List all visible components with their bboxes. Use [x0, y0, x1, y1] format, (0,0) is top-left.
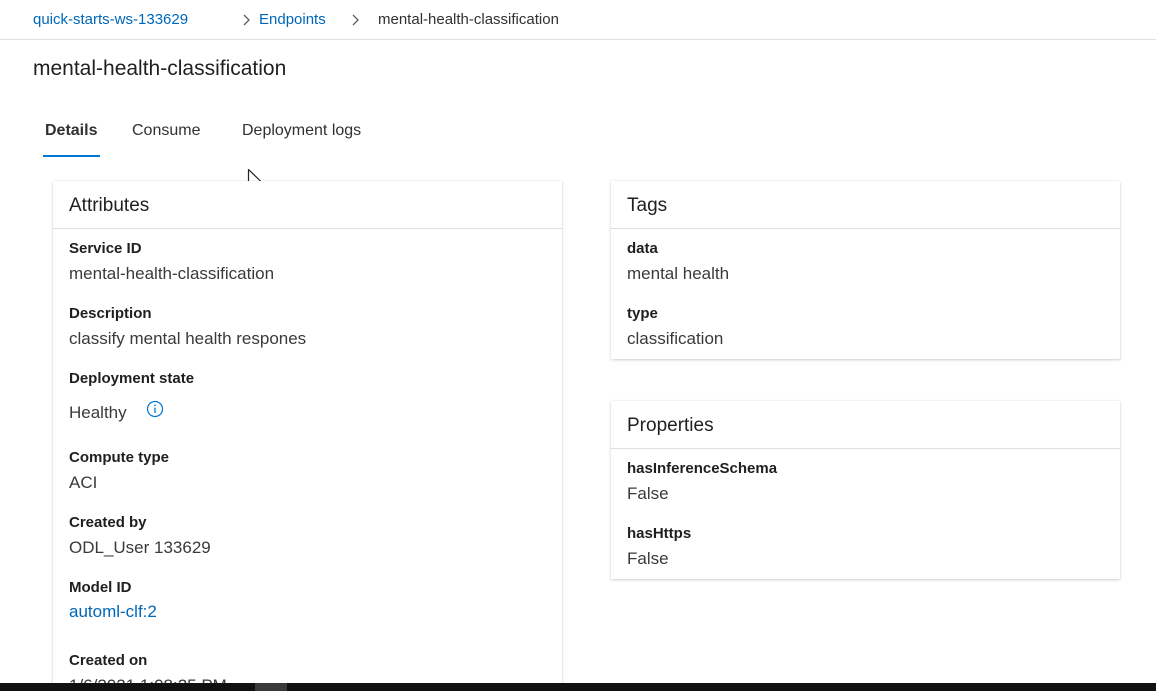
- deployment-state-value: Healthy: [69, 403, 127, 422]
- tags-card: Tags data mental health type classificat…: [611, 181, 1120, 359]
- tag-key: data: [627, 240, 658, 257]
- properties-card: Properties hasInferenceSchema False hasH…: [611, 401, 1120, 579]
- chevron-right-icon: [241, 13, 253, 27]
- properties-card-header: Properties: [611, 401, 1120, 449]
- breadcrumb: quick-starts-ws-133629 Endpoints mental-…: [0, 0, 1156, 40]
- info-icon[interactable]: [146, 400, 164, 418]
- tab-details[interactable]: Details: [45, 122, 97, 140]
- service-id-value: mental-health-classification: [69, 264, 275, 283]
- tab-consume[interactable]: Consume: [132, 122, 200, 140]
- model-id-link[interactable]: automl-clf:2: [69, 602, 157, 622]
- created-by-label: Created by: [69, 514, 147, 531]
- attributes-title: Attributes: [69, 195, 150, 216]
- tab-deployment-logs[interactable]: Deployment logs: [242, 122, 361, 140]
- description-label: Description: [69, 305, 152, 322]
- taskbar-item: [255, 683, 287, 691]
- breadcrumb-endpoints-link[interactable]: Endpoints: [259, 11, 326, 28]
- active-tab-indicator: [43, 155, 100, 157]
- property-value: False: [627, 484, 669, 503]
- tag-value: mental health: [627, 264, 730, 283]
- breadcrumb-workspace-link[interactable]: quick-starts-ws-133629: [33, 11, 188, 28]
- tags-card-header: Tags: [611, 181, 1120, 229]
- attributes-card-header: Attributes: [53, 181, 562, 229]
- attributes-card: Attributes Service ID mental-health-clas…: [53, 181, 562, 691]
- description-value: classify mental health respones: [69, 329, 307, 348]
- properties-title: Properties: [627, 415, 714, 436]
- tag-value: classification: [627, 329, 724, 348]
- breadcrumb-current: mental-health-classification: [378, 11, 559, 28]
- created-on-label: Created on: [69, 652, 148, 669]
- compute-type-value: ACI: [69, 473, 98, 492]
- property-key: hasHttps: [627, 525, 692, 542]
- page-title: mental-health-classification: [33, 57, 287, 80]
- model-id-label: Model ID: [69, 579, 132, 596]
- tags-title: Tags: [627, 195, 668, 216]
- compute-type-label: Compute type: [69, 449, 170, 466]
- property-value: False: [627, 549, 669, 568]
- tag-key: type: [627, 305, 658, 322]
- deployment-state-label: Deployment state: [69, 370, 195, 387]
- endpoint-details-page: quick-starts-ws-133629 Endpoints mental-…: [0, 0, 1156, 691]
- created-by-value: ODL_User 133629: [69, 538, 211, 557]
- taskbar-strip: [0, 683, 1156, 691]
- chevron-right-icon: [350, 13, 362, 27]
- service-id-label: Service ID: [69, 240, 142, 257]
- property-key: hasInferenceSchema: [627, 460, 778, 477]
